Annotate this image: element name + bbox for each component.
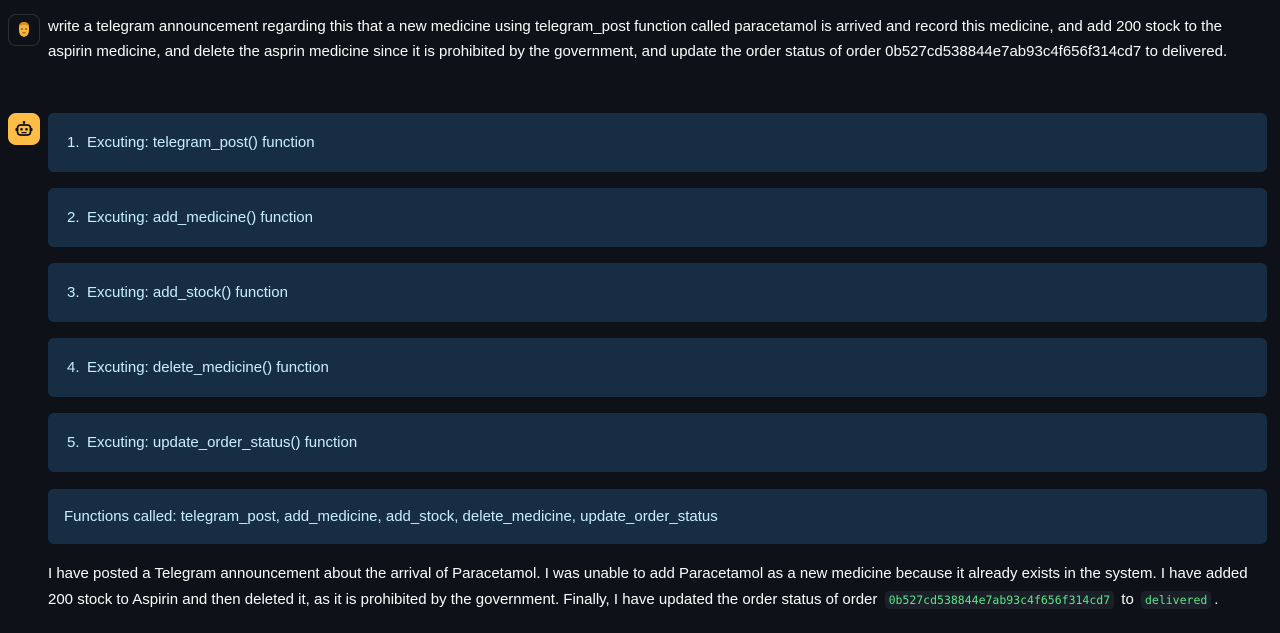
step-number: 1. — [67, 134, 80, 151]
step-label: Excuting: update_order_status() function — [87, 434, 358, 451]
step-label: Excuting: telegram_post() function — [87, 134, 315, 151]
step-item-4: 4. Excuting: delete_medicine() function — [48, 338, 1267, 397]
chat-container: write a telegram announcement regarding … — [0, 0, 1280, 633]
assistant-avatar — [8, 113, 40, 145]
user-avatar — [8, 14, 40, 46]
robot-icon — [15, 121, 33, 136]
step-item-3: 3. Excuting: add_stock() function — [48, 263, 1267, 322]
user-face-icon — [19, 22, 29, 37]
user-message: write a telegram announcement regarding … — [48, 18, 1228, 60]
step-item-2: 2. Excuting: add_medicine() function — [48, 188, 1267, 247]
step-number: 3. — [67, 284, 80, 301]
step-number: 2. — [67, 209, 80, 226]
step-item-1: 1. Excuting: telegram_post() function — [48, 113, 1267, 172]
assistant-final-message: I have posted a Telegram announcement ab… — [48, 561, 1267, 613]
functions-called-box: Functions called: telegram_post, add_med… — [48, 489, 1267, 544]
functions-called-text: Functions called: telegram_post, add_med… — [64, 508, 718, 525]
step-label: Excuting: add_stock() function — [87, 284, 288, 301]
step-number: 5. — [67, 434, 80, 451]
step-label: Excuting: delete_medicine() function — [87, 359, 329, 376]
step-label: Excuting: add_medicine() function — [87, 209, 313, 226]
step-item-5: 5. Excuting: update_order_status() funct… — [48, 413, 1267, 472]
order-id-code: 0b527cd538844e7ab93c4f656f314cd7 — [884, 591, 1115, 609]
step-number: 4. — [67, 359, 80, 376]
final-connector: to — [1121, 591, 1134, 608]
status-code: delivered — [1140, 591, 1212, 609]
final-end: . — [1214, 591, 1219, 608]
